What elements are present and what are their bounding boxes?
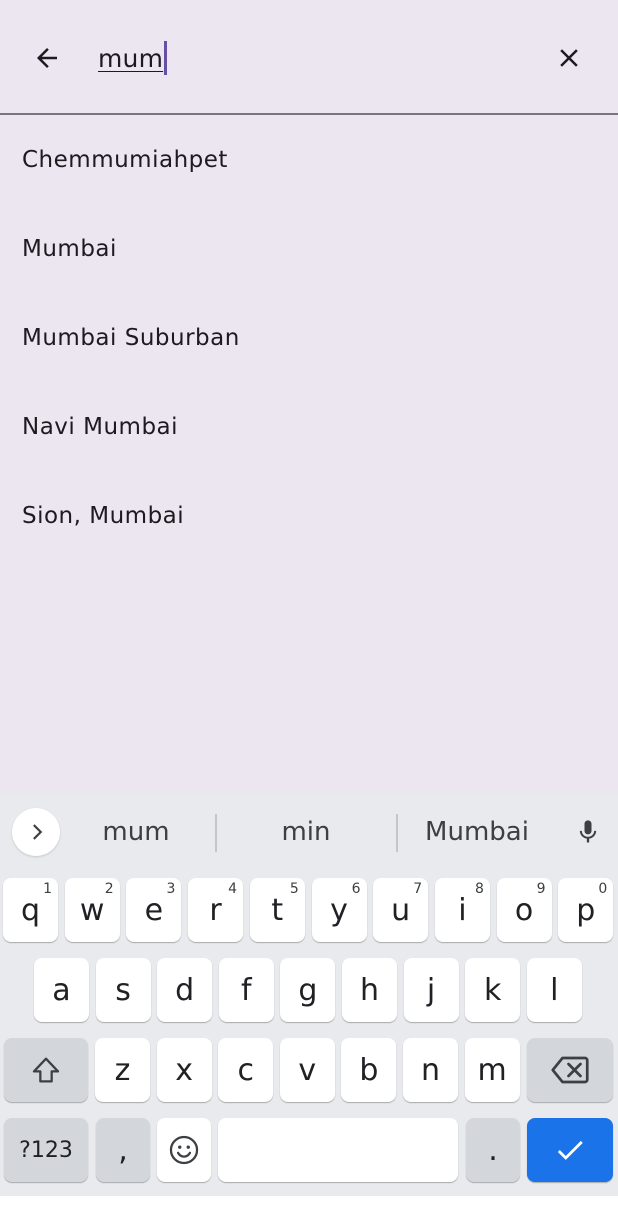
search-bar: mum [0, 0, 618, 115]
key-hint: 5 [289, 881, 299, 897]
key-b[interactable]: b [341, 1038, 397, 1102]
key-label: w [79, 892, 105, 928]
keyboard-suggestion[interactable]: min [238, 812, 374, 852]
period-key[interactable]: . [466, 1118, 520, 1182]
symbols-key[interactable]: ?123 [4, 1118, 88, 1182]
key-label: o [514, 892, 534, 928]
key-g[interactable]: g [280, 958, 336, 1022]
key-hint: 1 [43, 881, 52, 897]
suggestion-divider [396, 814, 398, 852]
back-button[interactable] [22, 33, 72, 83]
enter-key[interactable] [527, 1118, 613, 1182]
keyboard-suggestion-strip: mum min Mumbai [0, 794, 618, 872]
key-a[interactable]: a [34, 958, 89, 1022]
result-label: Mumbai Suburban [22, 324, 240, 351]
key-f[interactable]: f [218, 958, 274, 1022]
key-q[interactable]: q1 [3, 878, 58, 942]
key-l[interactable]: l [526, 958, 582, 1022]
key-label: e [144, 892, 164, 928]
key-w[interactable]: w2 [64, 878, 120, 942]
key-v[interactable]: v [279, 1038, 335, 1102]
voice-input-button[interactable] [566, 808, 610, 856]
key-x[interactable]: x [156, 1038, 212, 1102]
key-hint: 4 [228, 881, 238, 897]
key-m[interactable]: m [464, 1038, 520, 1102]
key-p[interactable]: p0 [558, 878, 614, 942]
key-label: r [209, 892, 222, 928]
key-label: p [576, 892, 596, 928]
app-root: mum Chemmumiahpet Mumbai Mumbai Suburban… [0, 0, 618, 1216]
close-icon [560, 49, 578, 67]
emoji-key[interactable] [157, 1118, 211, 1182]
search-input[interactable]: mum [98, 36, 168, 80]
key-o[interactable]: o9 [496, 878, 552, 942]
search-results-list: Chemmumiahpet Mumbai Mumbai Suburban Nav… [0, 115, 618, 560]
emoji-icon [169, 1135, 199, 1165]
key-hint: 6 [351, 881, 361, 897]
key-z[interactable]: z [95, 1038, 150, 1102]
chevron-right-icon [33, 824, 43, 840]
key-label: u [391, 892, 411, 928]
result-item[interactable]: Mumbai [0, 204, 618, 293]
key-hint: 7 [413, 881, 423, 897]
keyboard-suggestion[interactable]: mum [68, 812, 204, 852]
shift-icon [32, 1057, 60, 1083]
clear-button[interactable] [544, 33, 594, 83]
key-d[interactable]: d [157, 958, 213, 1022]
backspace-icon [551, 1056, 589, 1084]
key-u[interactable]: u7 [373, 878, 429, 942]
shift-key[interactable] [4, 1038, 88, 1102]
text-cursor [164, 41, 168, 75]
key-n[interactable]: n [403, 1038, 458, 1102]
microphone-icon [579, 820, 597, 843]
result-item[interactable]: Navi Mumbai [0, 382, 618, 471]
backspace-key[interactable] [527, 1038, 613, 1102]
result-item[interactable]: Chemmumiahpet [0, 115, 618, 204]
key-hint: 0 [598, 881, 608, 897]
key-h[interactable]: h [342, 958, 397, 1022]
space-key[interactable] [218, 1118, 458, 1182]
result-label: Mumbai [22, 235, 117, 262]
key-hint: 8 [474, 881, 484, 897]
key-i[interactable]: i8 [434, 878, 490, 942]
nav-bar-area [0, 1196, 618, 1216]
check-icon [557, 1140, 583, 1160]
key-hint: 2 [104, 881, 114, 897]
result-label: Navi Mumbai [22, 413, 179, 440]
key-y[interactable]: y6 [311, 878, 367, 942]
comma-key[interactable]: , [96, 1118, 150, 1182]
key-c[interactable]: c [218, 1038, 274, 1102]
result-item[interactable]: Mumbai Suburban [0, 293, 618, 382]
suggestion-divider [215, 814, 217, 852]
key-label: q [20, 892, 41, 928]
key-label: t [271, 892, 284, 928]
key-j[interactable]: j [403, 958, 459, 1022]
key-hint: 9 [536, 881, 546, 897]
key-hint: 3 [166, 881, 176, 897]
key-s[interactable]: s [95, 958, 151, 1022]
key-t[interactable]: t5 [249, 878, 305, 942]
result-label: Sion, Mumbai [22, 502, 185, 529]
soft-keyboard: mum min Mumbai q1w2e3r4t5y6u7i8o9p0 asdf… [0, 794, 618, 1196]
keyboard-suggestion[interactable]: Mumbai [410, 812, 544, 852]
key-label: y [330, 892, 348, 928]
key-r[interactable]: r4 [188, 878, 244, 942]
result-item[interactable]: Sion, Mumbai [0, 471, 618, 560]
key-k[interactable]: k [465, 958, 521, 1022]
arrow-back-icon [37, 48, 57, 68]
search-query-text: mum [98, 43, 164, 73]
key-label: i [458, 892, 467, 928]
key-e[interactable]: e3 [126, 878, 182, 942]
keyboard-expand-button[interactable] [12, 808, 60, 856]
result-label: Chemmumiahpet [22, 146, 228, 173]
